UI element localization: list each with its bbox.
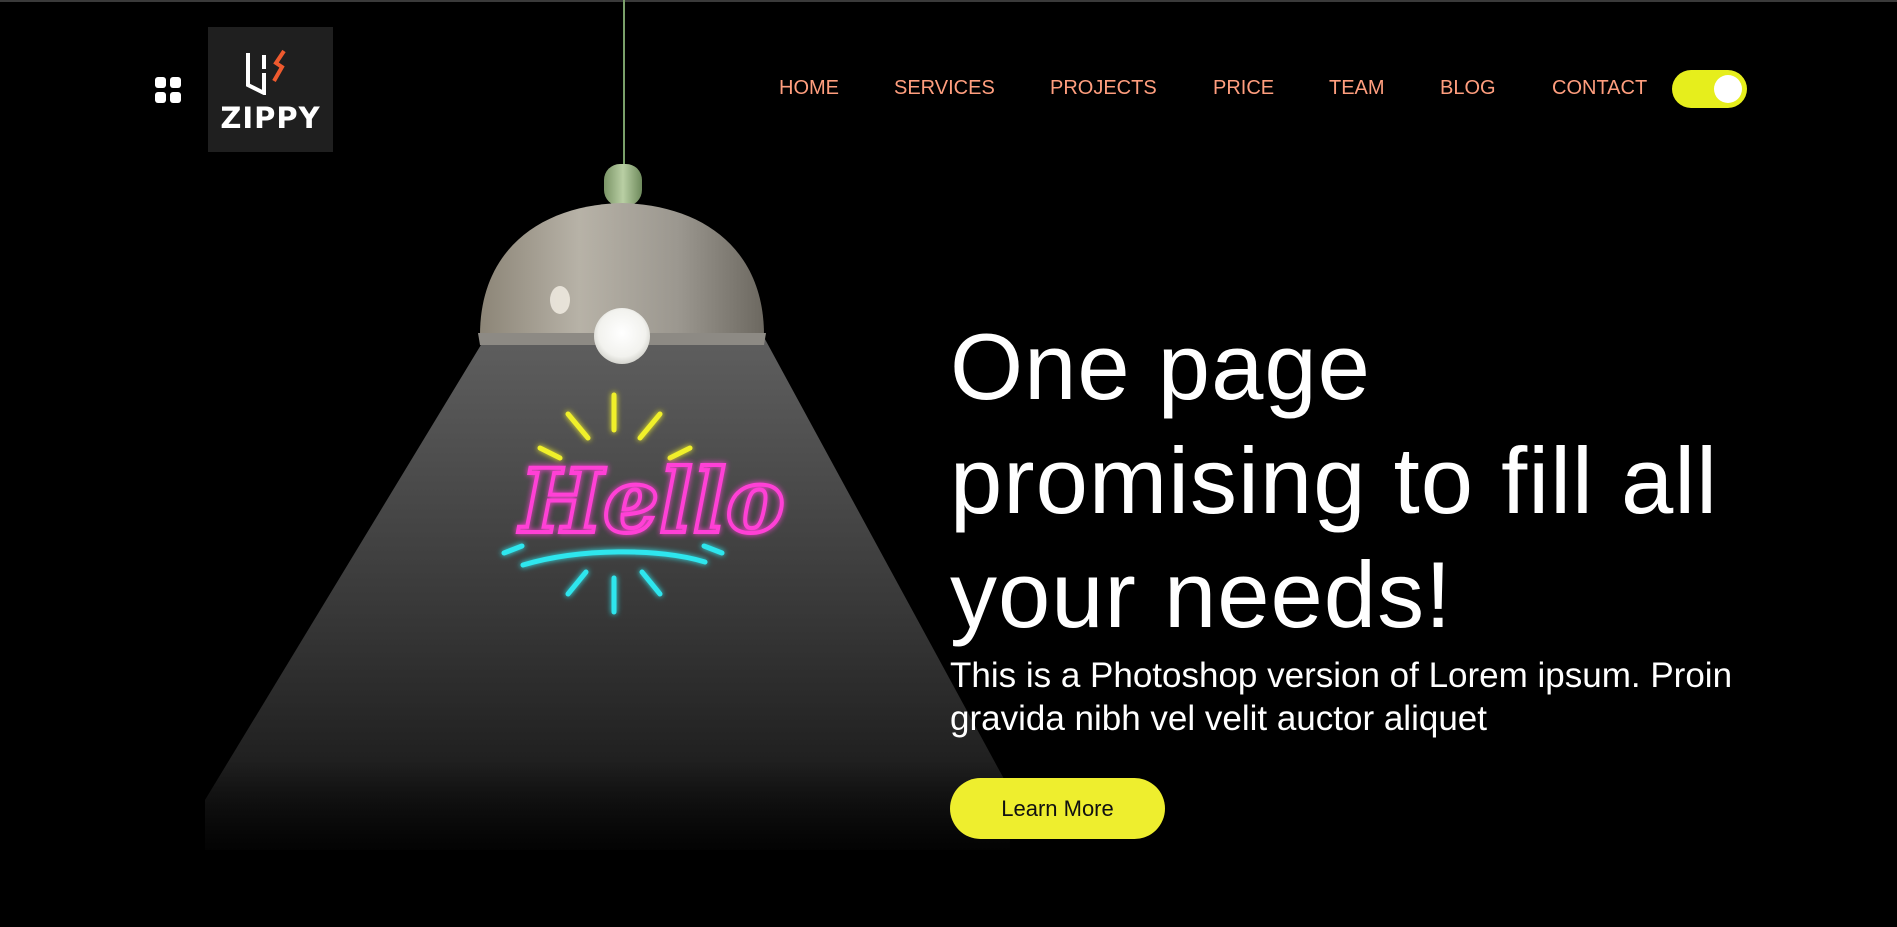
site-logo[interactable]: ZIPPY <box>208 27 333 152</box>
nav-item-team[interactable]: TEAM <box>1329 77 1385 100</box>
nav-item-home[interactable]: HOME <box>779 77 839 100</box>
learn-more-button[interactable]: Learn More <box>950 778 1165 839</box>
neon-hello-sign: Hello <box>515 447 787 555</box>
lamp-cap <box>604 164 642 206</box>
nav-item-projects[interactable]: PROJECTS <box>1050 77 1157 100</box>
nav-item-services[interactable]: SERVICES <box>894 77 995 100</box>
theme-toggle[interactable] <box>1672 70 1747 108</box>
hero-title: One page promising to fill all your need… <box>950 314 1719 647</box>
logo-text: ZIPPY <box>220 101 321 135</box>
nav-item-price[interactable]: PRICE <box>1213 77 1274 100</box>
lamp-bulb <box>594 308 650 364</box>
svg-text:Hello: Hello <box>517 449 785 553</box>
toggle-knob <box>1714 75 1742 103</box>
nav-item-blog[interactable]: BLOG <box>1440 77 1496 100</box>
grid-menu-icon[interactable] <box>154 76 182 104</box>
logo-mark-icon <box>246 49 286 95</box>
nav-item-contact[interactable]: CONTACT <box>1552 77 1647 100</box>
hero-subtitle: This is a Photoshop version of Lorem ips… <box>950 656 1733 738</box>
